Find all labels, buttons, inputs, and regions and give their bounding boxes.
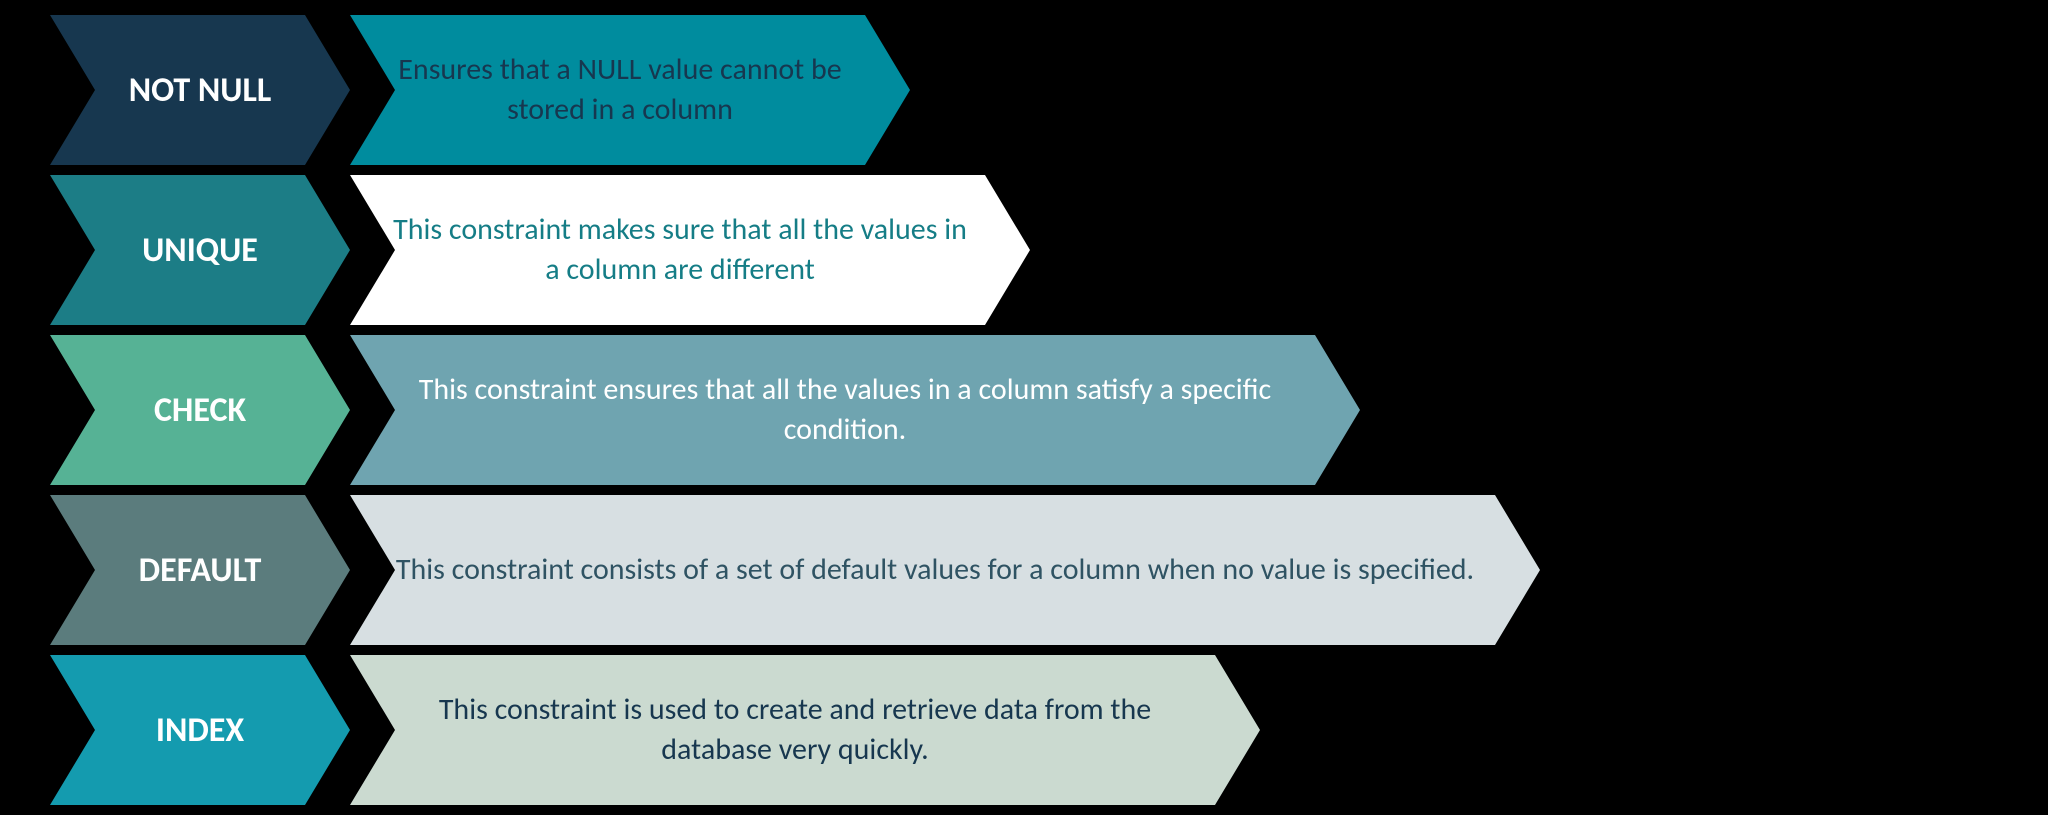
constraint-description: This constraint consists of a set of def… [350,495,1540,645]
constraint-label: DEFAULT [50,495,350,645]
constraint-label: NOT NULL [50,15,350,165]
constraint-label: CHECK [50,335,350,485]
constraint-description: Ensures that a NULL value cannot be stor… [350,15,910,165]
constraint-description: This constraint is used to create and re… [350,655,1260,805]
constraint-label: UNIQUE [50,175,350,325]
constraint-description: This constraint ensures that all the val… [350,335,1360,485]
constraint-label: INDEX [50,655,350,805]
constraint-description: This constraint makes sure that all the … [350,175,1030,325]
